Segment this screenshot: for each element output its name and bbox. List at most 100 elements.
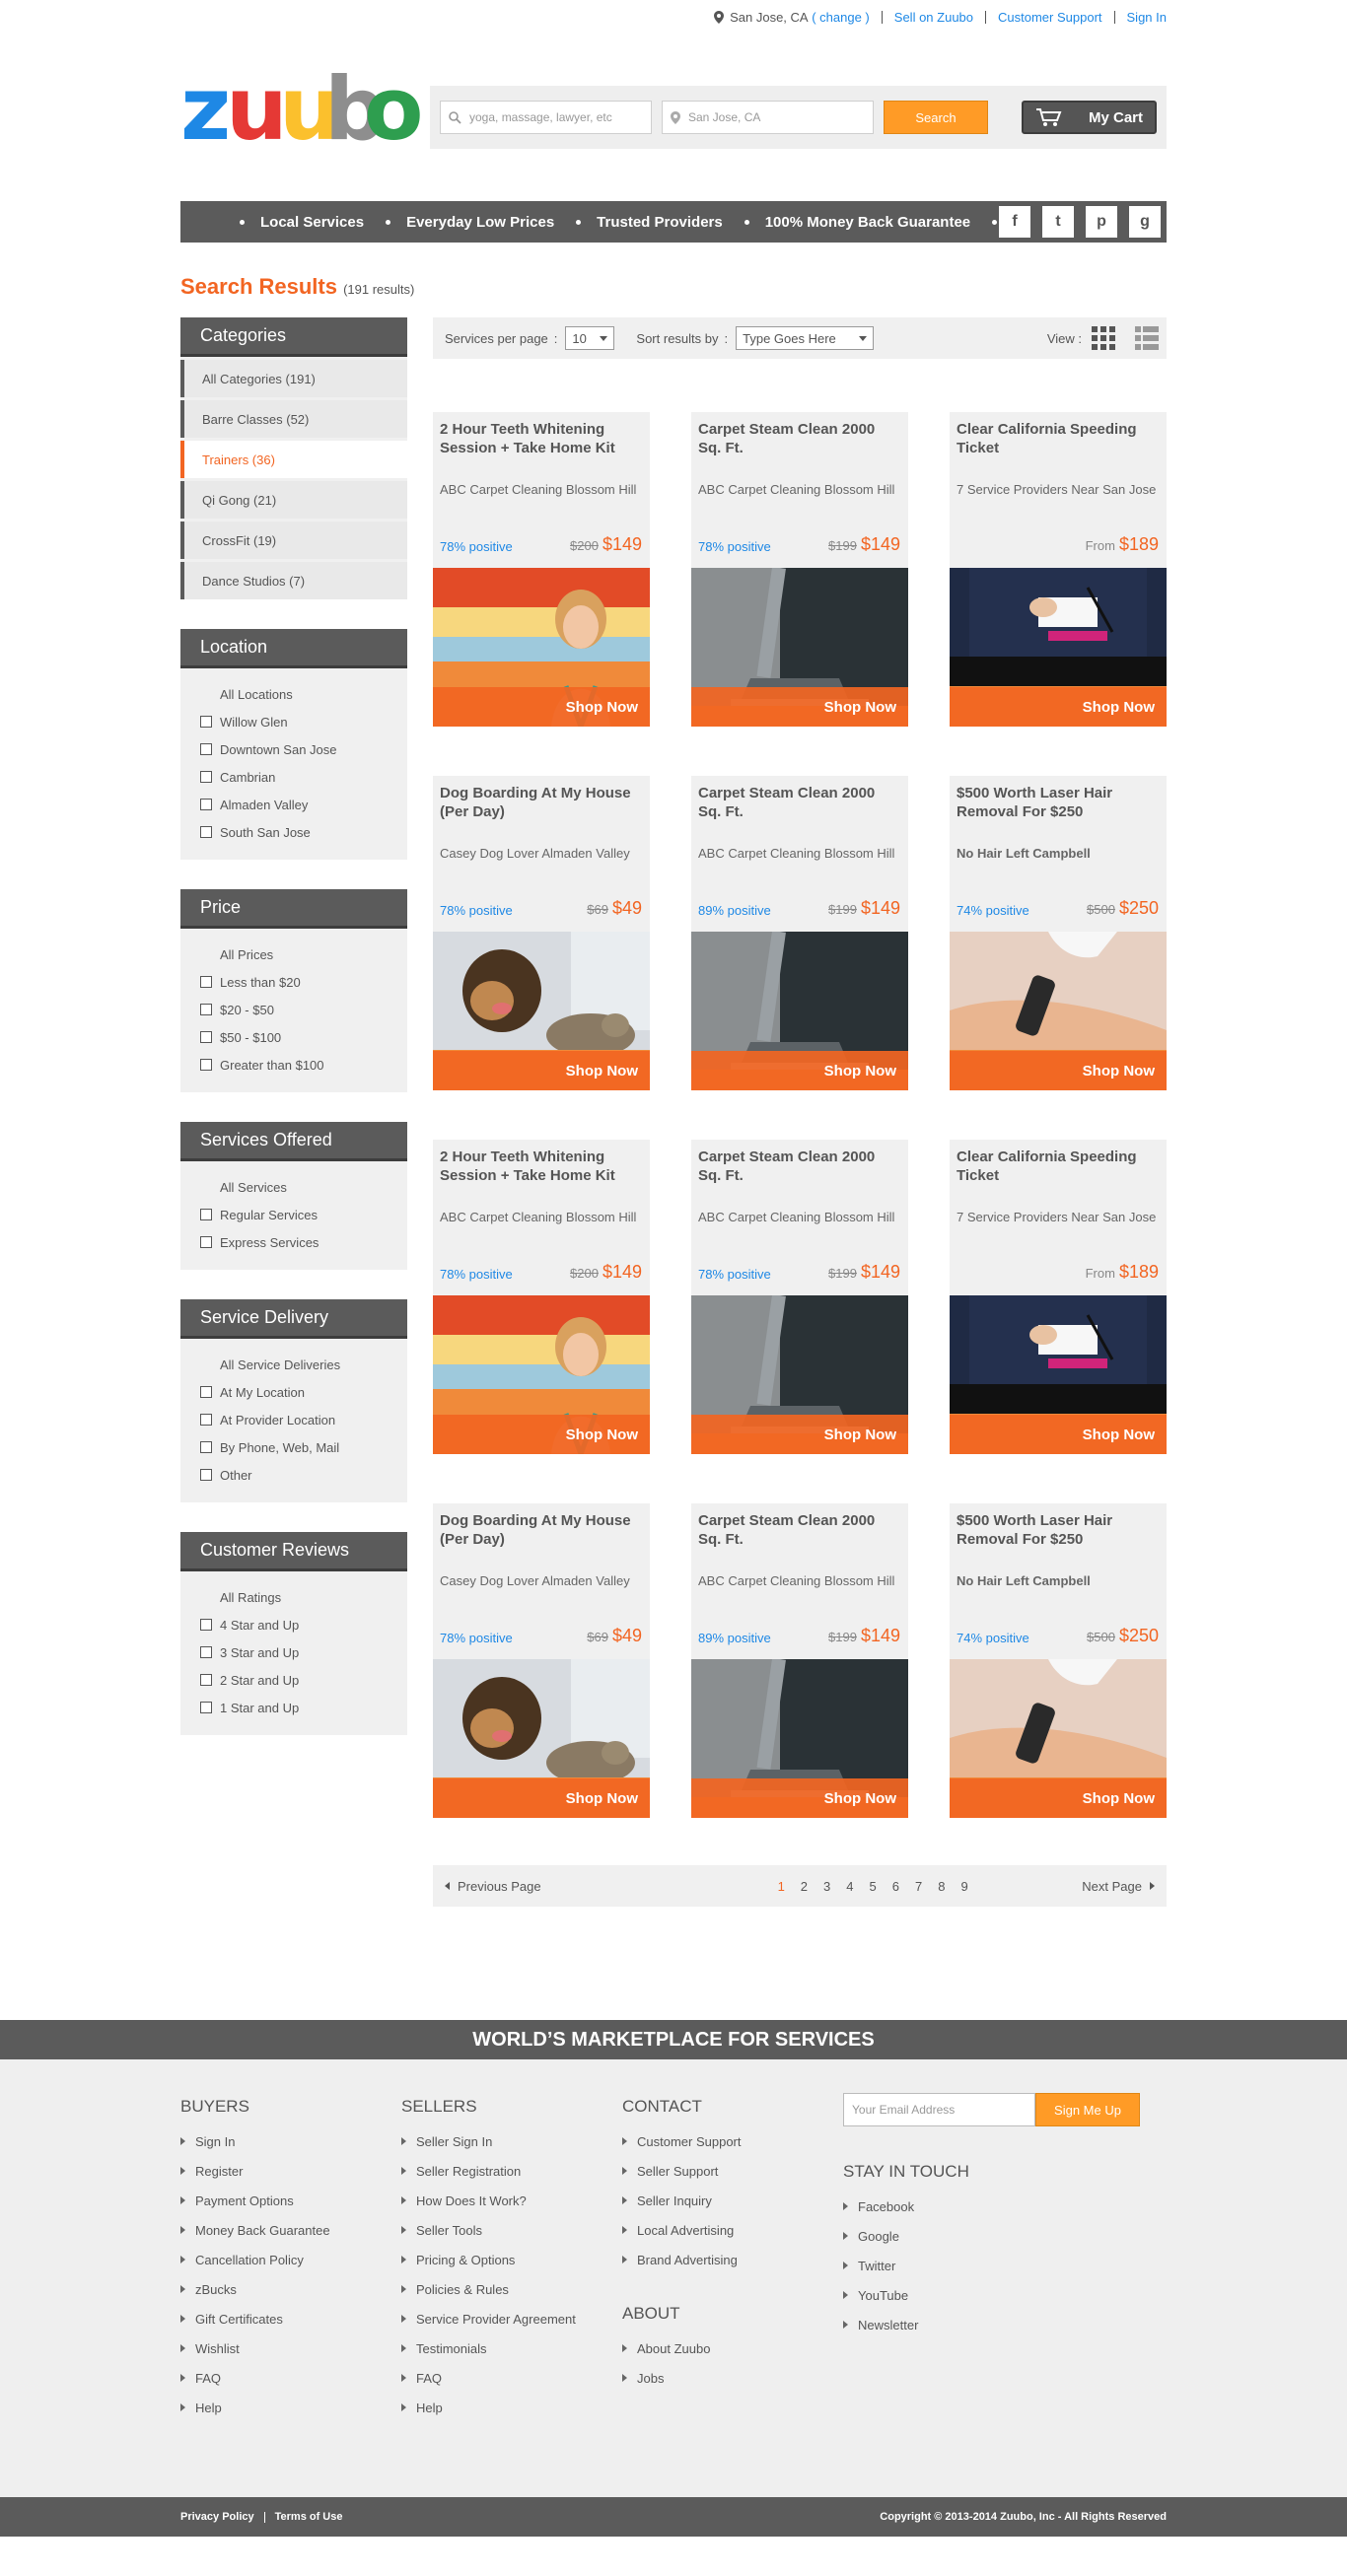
filter-all-option[interactable]: All Services <box>180 1173 407 1201</box>
footer-link[interactable]: Pricing & Options <box>401 2245 622 2274</box>
checkbox[interactable] <box>200 1702 212 1713</box>
page-number-link[interactable]: 1 <box>778 1879 785 1894</box>
footer-link[interactable]: Sign In <box>180 2126 401 2156</box>
shop-now-button[interactable]: Shop Now <box>691 687 908 727</box>
card-title[interactable]: 2 Hour Teeth Whitening Session + Take Ho… <box>440 1148 642 1185</box>
filter-option[interactable]: Willow Glen <box>180 708 407 735</box>
card-title[interactable]: Dog Boarding At My House (Per Day) <box>440 1511 642 1549</box>
filter-option[interactable]: Less than $20 <box>180 968 407 996</box>
search-what-input[interactable]: yoga, massage, lawyer, etc <box>440 101 652 134</box>
footer-link[interactable]: Twitter <box>843 2251 1159 2280</box>
filter-all-option[interactable]: All Prices <box>180 940 407 968</box>
filter-option[interactable]: Almaden Valley <box>180 791 407 818</box>
footer-link[interactable]: Newsletter <box>843 2310 1159 2339</box>
search-button[interactable]: Search <box>884 101 988 134</box>
service-card[interactable]: $500 Worth Laser Hair Removal For $250 No… <box>950 1503 1167 1818</box>
shop-now-button[interactable]: Shop Now <box>691 1415 908 1454</box>
footer-link[interactable]: Help <box>401 2393 622 2422</box>
footer-link[interactable]: Wishlist <box>180 2333 401 2363</box>
checkbox[interactable] <box>200 1059 212 1071</box>
previous-page-link[interactable]: Previous Page <box>445 1879 541 1894</box>
filter-option[interactable]: Regular Services <box>180 1201 407 1228</box>
footer-link[interactable]: FAQ <box>401 2363 622 2393</box>
card-title[interactable]: $500 Worth Laser Hair Removal For $250 <box>957 1511 1159 1549</box>
footer-link[interactable]: Testimonials <box>401 2333 622 2363</box>
checkbox[interactable] <box>200 716 212 728</box>
footer-link[interactable]: Seller Sign In <box>401 2126 622 2156</box>
card-title[interactable]: Carpet Steam Clean 2000 Sq. Ft. <box>698 420 900 457</box>
list-view-icon[interactable] <box>1135 326 1159 350</box>
shop-now-button[interactable]: Shop Now <box>433 1778 650 1818</box>
category-item[interactable]: All Categories (191) <box>180 360 407 397</box>
grid-view-icon[interactable] <box>1092 326 1115 350</box>
footer-link[interactable]: How Does It Work? <box>401 2186 622 2215</box>
filter-option[interactable]: 1 Star and Up <box>180 1694 407 1721</box>
card-title[interactable]: Clear California Speeding Ticket <box>957 420 1159 457</box>
filter-option[interactable]: Other <box>180 1461 407 1489</box>
filter-all-option[interactable]: All Ratings <box>180 1583 407 1611</box>
filter-option[interactable]: By Phone, Web, Mail <box>180 1433 407 1461</box>
filter-option[interactable]: $50 - $100 <box>180 1023 407 1051</box>
service-card[interactable]: 2 Hour Teeth Whitening Session + Take Ho… <box>433 412 650 727</box>
footer-link[interactable]: Local Advertising <box>622 2215 843 2245</box>
service-card[interactable]: Carpet Steam Clean 2000 Sq. Ft. ABC Carpe… <box>691 412 908 727</box>
card-title[interactable]: Clear California Speeding Ticket <box>957 1148 1159 1185</box>
footer-link[interactable]: YouTube <box>843 2280 1159 2310</box>
card-title[interactable]: Carpet Steam Clean 2000 Sq. Ft. <box>698 1148 900 1185</box>
footer-link[interactable]: Google <box>843 2221 1159 2251</box>
footer-link[interactable]: Brand Advertising <box>622 2245 843 2274</box>
page-number-link[interactable]: 7 <box>915 1879 922 1894</box>
customer-support-link[interactable]: Customer Support <box>998 10 1102 25</box>
page-number-link[interactable]: 3 <box>823 1879 830 1894</box>
footer-link[interactable]: Service Provider Agreement <box>401 2304 622 2333</box>
steam-cleaner-photo[interactable]: Shop Now <box>691 1295 908 1454</box>
shop-now-button[interactable]: Shop Now <box>950 1051 1167 1090</box>
page-number-link[interactable]: 4 <box>846 1879 853 1894</box>
card-title[interactable]: 2 Hour Teeth Whitening Session + Take Ho… <box>440 420 642 457</box>
per-page-select[interactable]: 10 <box>565 326 615 350</box>
checkbox[interactable] <box>200 1619 212 1631</box>
filter-option[interactable]: 2 Star and Up <box>180 1666 407 1694</box>
service-card[interactable]: Carpet Steam Clean 2000 Sq. Ft. ABC Carpe… <box>691 776 908 1090</box>
service-card[interactable]: Carpet Steam Clean 2000 Sq. Ft. ABC Carpe… <box>691 1503 908 1818</box>
steam-cleaner-photo[interactable]: Shop Now <box>691 1659 908 1818</box>
page-number-link[interactable]: 6 <box>892 1879 899 1894</box>
footer-link[interactable]: Money Back Guarantee <box>180 2215 401 2245</box>
footer-link[interactable]: Seller Inquiry <box>622 2186 843 2215</box>
service-card[interactable]: Carpet Steam Clean 2000 Sq. Ft. ABC Carpe… <box>691 1140 908 1454</box>
dog-cat-photo[interactable]: Shop Now <box>433 932 650 1090</box>
filter-option[interactable]: At Provider Location <box>180 1406 407 1433</box>
checkbox[interactable] <box>200 1674 212 1686</box>
next-page-link[interactable]: Next Page <box>1082 1879 1155 1894</box>
checkbox[interactable] <box>200 1031 212 1043</box>
shop-now-button[interactable]: Shop Now <box>691 1778 908 1818</box>
footer-link[interactable]: Cancellation Policy <box>180 2245 401 2274</box>
footer-link[interactable]: Seller Support <box>622 2156 843 2186</box>
page-number-link[interactable]: 2 <box>801 1879 808 1894</box>
email-field[interactable]: Your Email Address <box>843 2093 1035 2126</box>
footer-link[interactable]: Help <box>180 2393 401 2422</box>
privacy-policy-link[interactable]: Privacy Policy <box>180 2511 254 2523</box>
checkbox[interactable] <box>200 1004 212 1015</box>
card-title[interactable]: Dog Boarding At My House (Per Day) <box>440 784 642 821</box>
filter-option[interactable]: $20 - $50 <box>180 996 407 1023</box>
category-item[interactable]: Dance Studios (7) <box>180 562 407 599</box>
card-title[interactable]: Carpet Steam Clean 2000 Sq. Ft. <box>698 1511 900 1549</box>
footer-link[interactable]: Payment Options <box>180 2186 401 2215</box>
footer-link[interactable]: Policies & Rules <box>401 2274 622 2304</box>
woman-beach-photo[interactable]: Shop Now <box>433 1295 650 1454</box>
card-title[interactable]: $500 Worth Laser Hair Removal For $250 <box>957 784 1159 821</box>
page-number-link[interactable]: 8 <box>938 1879 945 1894</box>
laser-hair-removal-photo[interactable]: Shop Now <box>950 1659 1167 1818</box>
filter-option[interactable]: South San Jose <box>180 818 407 846</box>
filter-all-option[interactable]: All Locations <box>180 680 407 708</box>
footer-link[interactable]: FAQ <box>180 2363 401 2393</box>
shop-now-button[interactable]: Shop Now <box>950 687 1167 727</box>
woman-beach-photo[interactable]: Shop Now <box>433 568 650 727</box>
checkbox[interactable] <box>200 1441 212 1453</box>
category-item[interactable]: CrossFit (19) <box>180 522 407 559</box>
checkbox[interactable] <box>200 1236 212 1248</box>
service-card[interactable]: $500 Worth Laser Hair Removal For $250 No… <box>950 776 1167 1090</box>
filter-option[interactable]: 3 Star and Up <box>180 1638 407 1666</box>
shop-now-button[interactable]: Shop Now <box>433 1415 650 1454</box>
